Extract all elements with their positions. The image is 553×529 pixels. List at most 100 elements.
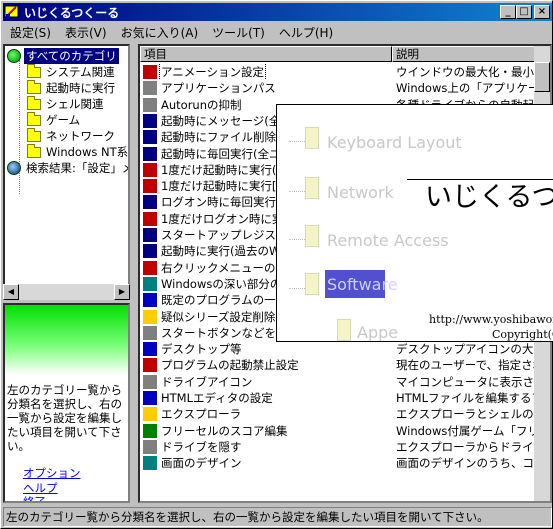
faded-folder-icon — [305, 273, 319, 295]
globe-icon — [7, 49, 21, 63]
tree-item-game[interactable]: ゲーム — [27, 111, 82, 128]
faded-folder-icon — [305, 225, 319, 247]
html-editor-icon — [143, 391, 157, 405]
column-header-item[interactable]: 項目 — [140, 46, 392, 62]
close-button[interactable]: × — [534, 5, 550, 19]
row-item-description: エクスプローラとシェルの設定を — [396, 407, 550, 422]
row-item-name: ログオン時に毎回実行(個 — [161, 195, 292, 210]
folder-icon — [27, 111, 41, 126]
row-item-name: 起動時にメッセージ(全ユ — [161, 113, 292, 128]
tree-item-startup[interactable]: 起動時に実行 — [27, 79, 117, 96]
startup-icon — [143, 195, 157, 210]
splash-bg-item-selected: Software — [327, 275, 398, 294]
table-row[interactable]: アプリケーションパス Windows上の「アプリケーション — [140, 80, 550, 96]
row-item-name: 起動時に実行(過去のW — [161, 244, 281, 259]
tree-item-system[interactable]: システム関連 — [27, 63, 117, 80]
menu-view[interactable]: 表示(V) — [58, 24, 114, 41]
row-item-name: Windowsの深い部分の設 — [161, 276, 293, 291]
faded-folder-icon — [305, 177, 319, 199]
table-row[interactable]: アニメーション設定 ウインドウの最大化・最小化の — [140, 64, 550, 80]
row-item-description: Windows付属ゲーム「フリーセ — [396, 423, 550, 438]
tree-item-network[interactable]: ネットワーク — [27, 127, 117, 144]
exit-link[interactable]: 終了 — [23, 494, 46, 501]
row-item-description: 現在のユーザーで、指定された — [396, 358, 550, 373]
tree-dash — [289, 141, 305, 142]
folder-icon — [27, 143, 41, 158]
menu-help[interactable]: ヘルプ(H) — [272, 24, 340, 41]
splash-bg-item: Network — [327, 183, 394, 202]
menu-tools[interactable]: ツール(T) — [205, 24, 272, 41]
menu-favorites[interactable]: お気に入り(A) — [114, 24, 206, 41]
list-header: 項目 説明 — [140, 46, 550, 62]
options-link[interactable]: オプション — [23, 465, 81, 481]
row-item-name: デスクトップ等 — [161, 342, 242, 357]
folder-icon — [27, 95, 41, 110]
minimize-button[interactable]: _ — [500, 5, 516, 19]
maximize-button[interactable]: □ — [516, 5, 532, 19]
row-item-description: Windows上の「アプリケーション — [396, 81, 550, 96]
row-item-name: 1度だけ起動時に実行[Re — [161, 179, 291, 194]
design-icon — [143, 456, 157, 471]
table-row[interactable]: フリーセルのスコア編集 Windows付属ゲーム「フリーセ — [140, 423, 550, 439]
tree-item-windows-nt[interactable]: Windows NT系 — [27, 143, 129, 160]
splash-copyright: Copyright(C — [492, 328, 553, 341]
startup-icon — [143, 146, 157, 161]
info-text: 左のカテゴリー覧から分類名を選択し、右の一覧から設定を編集したい項目を開いて下さ… — [7, 383, 122, 453]
tree-dash — [289, 239, 305, 240]
column-header-description[interactable]: 説明 — [392, 46, 550, 62]
row-item-name: Autorunの抑制 — [161, 97, 242, 112]
tree-item-search-results[interactable]: 検索結果:「設定」メニ — [7, 160, 128, 176]
list-icon — [143, 293, 157, 308]
tree-item-label: シェル関連 — [46, 97, 104, 111]
tree-dash — [289, 191, 305, 192]
drive-icon — [143, 374, 157, 389]
row-item-name: フリーセルのスコア編集 — [161, 423, 288, 438]
splash-title: いじくるつ — [425, 182, 553, 213]
folder-icon — [27, 63, 41, 78]
title-bar[interactable]: いじくるつくーる _ □ × — [3, 3, 552, 21]
scroll-thumb[interactable] — [534, 62, 550, 92]
row-item-description: マイコンピュータに表示されるド — [396, 374, 550, 389]
scroll-track[interactable] — [19, 284, 114, 300]
category-tree[interactable]: すべてのカテゴリ システム関連 起動時に実行 シェル関連 ゲーム ネットワーク … — [3, 44, 130, 296]
table-row[interactable]: エクスプローラ エクスプローラとシェルの設定を — [140, 406, 550, 422]
status-bar: 左のカテゴリー覧から分類名を選択し、右の一覧から設定を編集したい項目を開いて下さ… — [3, 507, 552, 527]
tree-dash — [289, 288, 305, 289]
row-item-name: ドライブを隠す — [161, 439, 242, 454]
scroll-left-button[interactable]: ◀ — [3, 284, 19, 300]
run-once-icon — [143, 211, 157, 226]
tree-item-label: Windows NT系 — [46, 145, 129, 159]
splash-bg-item: Keyboard Layout — [327, 133, 462, 152]
startup-icon — [143, 228, 157, 242]
tree-item-all-categories[interactable]: すべてのカテゴリ — [7, 48, 119, 64]
table-row[interactable]: プログラムの起動禁止設定 現在のユーザーで、指定された — [140, 357, 550, 373]
table-row[interactable]: ドライブを隠す エクスプローラからドライブ名を — [140, 439, 550, 455]
delete-icon — [143, 309, 157, 324]
scroll-right-button[interactable]: ▶ — [114, 284, 130, 300]
tree-item-shell[interactable]: シェル関連 — [27, 95, 106, 112]
banner-gradient — [5, 305, 128, 375]
tree-item-label: すべてのカテゴリ — [24, 48, 119, 64]
row-item-name: 1度だけ起動時に実行(全 — [161, 162, 288, 177]
table-row[interactable]: デスクトップ等 デスクトップアイコンの大きさや — [140, 341, 550, 357]
table-row[interactable]: ドライブアイコン マイコンピュータに表示されるド — [140, 374, 550, 390]
startup-icon — [143, 130, 157, 145]
row-item-description: エクスプローラからドライブ名を — [396, 439, 550, 454]
tree-horizontal-scrollbar[interactable]: ◀ ▶ — [3, 284, 130, 300]
faded-folder-icon — [305, 127, 319, 149]
row-item-name: 起動時に毎回実行(全ユ — [161, 146, 281, 161]
table-row[interactable]: HTMLエディタの設定 HTMLファイルを編集するアプリ — [140, 390, 550, 406]
folder-icon — [27, 127, 41, 142]
menu-settings[interactable]: 設定(S) — [3, 24, 58, 41]
row-item-name: 画面のデザイン — [161, 456, 242, 471]
run-once-icon — [143, 162, 157, 177]
startup-icon — [143, 113, 157, 128]
app-icon — [4, 4, 20, 20]
table-row[interactable]: 画面のデザイン 画面のデザインのうち、コントロ — [140, 455, 550, 471]
menu-bar: 設定(S) 表示(V) お気に入り(A) ツール(T) ヘルプ(H) — [3, 22, 340, 42]
info-panel: 左のカテゴリー覧から分類名を選択し、右の一覧から設定を編集したい項目を開いて下さ… — [3, 303, 130, 503]
block-icon — [143, 358, 157, 373]
splash-url: http://www.yoshibawor — [429, 313, 553, 326]
freecell-icon — [143, 423, 157, 438]
window-icon — [143, 276, 157, 291]
